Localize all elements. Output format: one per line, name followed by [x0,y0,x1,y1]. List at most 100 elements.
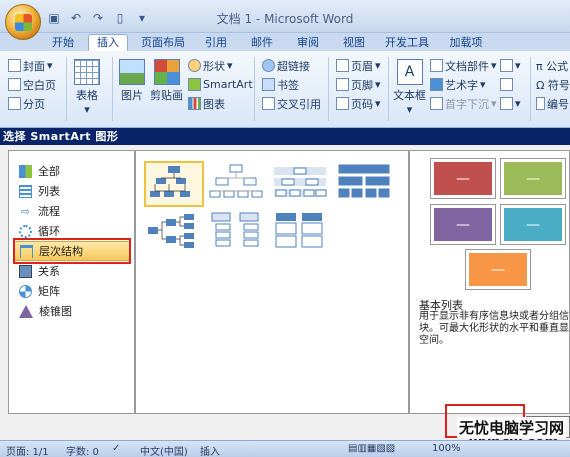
preview-shape-orange: — [465,249,531,290]
status-page[interactable]: 页面: 1/1 [6,443,49,457]
smartart-label: SmartArt [203,78,253,91]
status-word-count[interactable]: 字数: 0 [66,443,99,457]
cover-page-label: 封面 [23,59,45,73]
hyperlink-button[interactable]: 超链接 [262,57,310,74]
bookmark-icon [262,78,275,91]
picture-label: 图片 [121,89,143,102]
symbol-button[interactable]: Ω 符号 [536,76,570,93]
category-all[interactable]: 全部 [13,161,131,181]
clip-art-button[interactable]: 剪贴画 [150,59,183,103]
drop-cap-button[interactable]: 首字下沉 ▾ [430,95,497,112]
footer-label: 页脚 [351,78,373,92]
category-process[interactable]: ⇨ 流程 [13,201,131,221]
symbol-label: Ω 符号 [536,78,570,92]
hyperlink-label: 超链接 [277,59,310,73]
cross-reference-button[interactable]: 交叉引用 [262,95,321,112]
category-relationship[interactable]: 关系 [13,261,131,281]
ribbon-separator [328,57,329,121]
footer-icon [336,78,349,91]
page-number-button[interactable]: 页码 ▾ [336,95,381,112]
chart-button[interactable]: 图表 [188,95,225,112]
footer-button[interactable]: 页脚 ▾ [336,76,381,93]
text-box-button[interactable]: A 文本框 ▾ [393,59,426,116]
undo-icon[interactable]: ↶ [66,9,86,27]
ribbon-separator [388,57,389,121]
text-box-label: 文本框 [393,89,426,102]
layout-thumbnail[interactable] [272,211,332,257]
object-icon [500,97,513,110]
picture-button[interactable]: 图片 [119,59,145,103]
clip-art-label: 剪贴画 [150,89,183,102]
page-number-label: 页码 [351,97,373,111]
layout-thumbnail[interactable] [144,161,204,207]
status-zoom[interactable]: 100% [432,443,461,454]
numbering-icon [536,97,545,110]
view-buttons-icon[interactable]: ▤▥▦▧▨ [348,443,395,454]
category-label: 全部 [38,165,60,178]
cover-page-icon [8,59,21,72]
new-document-icon[interactable]: ▯ [110,9,130,27]
category-label: 矩阵 [38,285,60,298]
cross-reference-icon [262,97,275,110]
layout-thumbnail[interactable] [208,161,268,207]
layout-thumbnail[interactable] [336,161,396,207]
category-label: 棱锥图 [39,305,72,318]
page-break-icon [8,97,21,110]
formula-button[interactable]: π 公式 [536,57,568,74]
tab-references[interactable]: 引用 [198,35,234,51]
hierarchy-outline-icon [209,164,263,198]
preview-shape-green: — [500,158,566,199]
quick-parts-button[interactable]: 文档部件 ▾ [430,57,497,74]
page-break-button[interactable]: 分页 [8,95,45,112]
dropdown-arrow-icon: ▾ [515,97,521,110]
category-pyramid[interactable]: 棱锥图 [13,301,131,321]
redo-icon[interactable]: ↷ [88,9,108,27]
blank-page-button[interactable]: 空白页 [8,76,56,93]
tab-mailings[interactable]: 邮件 [244,35,280,51]
bookmark-button[interactable]: 书签 [262,76,299,93]
bookmark-label: 书签 [277,78,299,92]
date-time-button[interactable] [500,76,513,93]
tab-add-ins[interactable]: 加载项 [444,35,488,51]
layout-thumbnail[interactable] [208,211,268,257]
layout-gallery [135,150,409,414]
category-list-item[interactable]: 列表 [13,181,131,201]
tab-page-layout[interactable]: 页面布局 [138,35,188,51]
preview-shape-red: — [430,158,496,199]
table-button[interactable]: 表格 ▾ [74,59,100,116]
chart-label: 图表 [203,97,225,111]
category-matrix[interactable]: 矩阵 [13,281,131,301]
status-language[interactable]: 中文(中国) [140,443,188,457]
tab-view[interactable]: 视图 [336,35,372,51]
ribbon-separator [66,57,67,121]
spell-check-icon[interactable]: ✓ [112,443,120,454]
cover-page-button[interactable]: 封面 ▾ [8,57,53,74]
layout-thumbnail[interactable] [272,161,332,207]
save-icon[interactable]: ▣ [44,9,64,27]
office-button[interactable] [5,4,41,40]
formula-label: π 公式 [536,59,569,73]
customize-qat-icon[interactable]: ▾ [132,9,152,27]
category-label: 流程 [38,205,60,218]
labeled-hierarchy-icon [274,167,327,197]
wordart-icon [430,78,443,91]
office-logo-icon [15,14,32,31]
numbering-button[interactable]: 编号 [536,95,569,112]
tab-home[interactable]: 开始 [45,35,81,51]
layout-thumbnail[interactable] [144,211,204,257]
header-button[interactable]: 页眉 ▾ [336,57,381,74]
smartart-button[interactable]: SmartArt [188,76,253,93]
wordart-button[interactable]: 艺术字 ▾ [430,76,486,93]
wordart-label: 艺术字 [445,78,478,92]
tab-insert[interactable]: 插入 [88,34,128,52]
tab-review[interactable]: 审阅 [290,35,326,51]
smartart-icon [188,78,201,91]
signature-line-button[interactable]: ▾ [500,57,521,74]
object-button[interactable]: ▾ [500,95,521,112]
category-label: 关系 [38,265,60,278]
shapes-button[interactable]: 形状 ▾ [188,57,233,74]
tab-developer[interactable]: 开发工具 [380,35,434,51]
status-insert-mode[interactable]: 插入 [200,443,220,457]
shapes-label: 形状 [203,59,225,73]
page-break-label: 分页 [23,97,45,111]
